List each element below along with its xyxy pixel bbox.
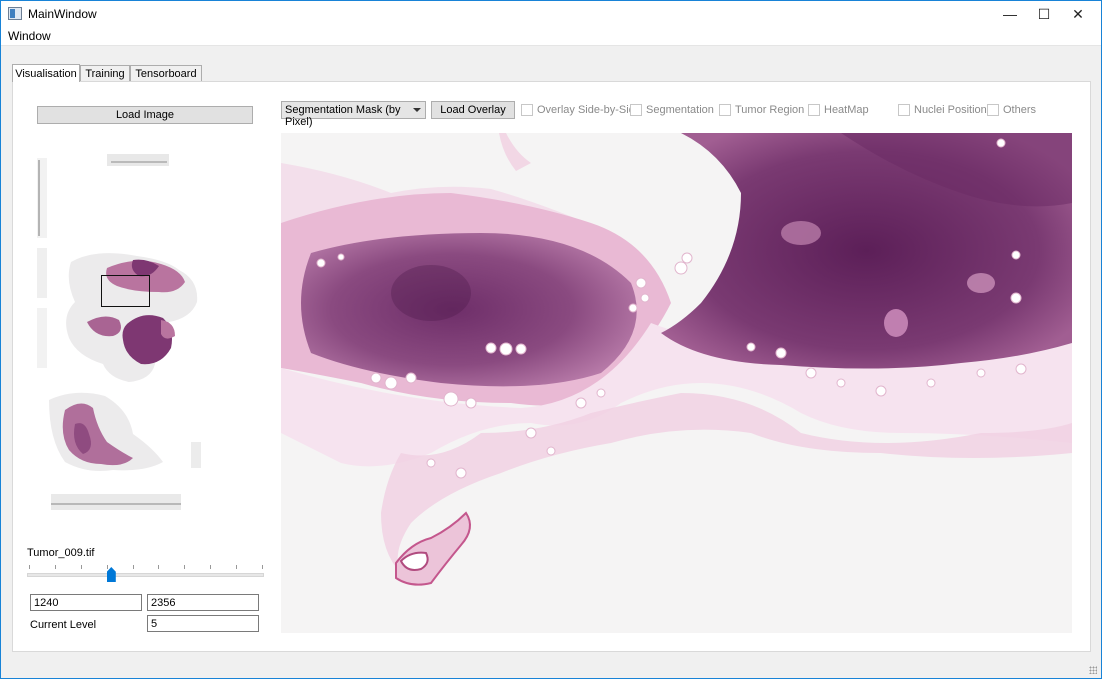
checkbox-label: HeatMap [824, 104, 869, 116]
viewport-rectangle[interactable] [101, 275, 150, 307]
checkbox-box [630, 104, 642, 116]
checkbox-box [808, 104, 820, 116]
checkbox-label: Others [1003, 104, 1037, 116]
current-level-label: Current Level [30, 619, 97, 631]
checkbox-label: Tumor Region [735, 104, 805, 116]
current-level-field[interactable]: 5 [147, 615, 259, 632]
chevron-down-icon [413, 108, 421, 112]
checkbox-box [987, 104, 999, 116]
visualisation-panel: Load Image Tumor_009.tif 1240 2356 Curre… [12, 81, 1091, 652]
level-slider-track[interactable] [27, 573, 264, 577]
tab-visualisation[interactable]: Visualisation [12, 64, 80, 82]
coord-x-field[interactable]: 1240 [30, 594, 142, 611]
checkbox-label: Overlay Side-by-Side [537, 104, 641, 116]
load-image-button[interactable]: Load Image [37, 106, 253, 124]
slider-tick [262, 565, 263, 569]
slider-tick [29, 565, 30, 569]
heatmap-checkbox[interactable]: HeatMap [808, 104, 869, 116]
slider-tick [132, 565, 134, 569]
segmentation-checkbox[interactable]: Segmentation [630, 104, 714, 116]
overlay-mode-value: Segmentation Mask (by Pixel) [285, 104, 401, 128]
slider-tick [236, 565, 238, 569]
overlay-side-by-side-checkbox[interactable]: Overlay Side-by-Side [521, 104, 641, 116]
load-overlay-button[interactable]: Load Overlay [431, 101, 515, 119]
checkbox-box [521, 104, 533, 116]
tab-tensorboard[interactable]: Tensorboard [130, 65, 202, 82]
title-bar: MainWindow — ☐ ✕ [1, 1, 1101, 27]
window-title: MainWindow [28, 7, 97, 21]
slide-thumbnail[interactable] [35, 152, 215, 512]
size-grip-icon[interactable] [1089, 666, 1097, 674]
slider-tick [80, 565, 82, 569]
file-name-label: Tumor_009.tif [27, 547, 95, 559]
slider-tick [184, 565, 186, 569]
slider-tick [210, 565, 212, 569]
slider-tick [54, 565, 56, 569]
checkbox-box [898, 104, 910, 116]
menu-bar: Window [1, 27, 1101, 46]
checkbox-box [719, 104, 731, 116]
overlay-mode-select[interactable]: Segmentation Mask (by Pixel) [281, 101, 426, 128]
tumor-region-checkbox[interactable]: Tumor Region [719, 104, 804, 116]
app-icon [8, 7, 22, 20]
close-button[interactable]: ✕ [1055, 1, 1101, 27]
tab-training[interactable]: Training [80, 65, 130, 82]
level-slider-handle[interactable] [106, 567, 116, 582]
menu-window[interactable]: Window [8, 29, 51, 43]
main-window: MainWindow — ☐ ✕ Window Visualisation Tr… [0, 0, 1102, 679]
slide-viewer[interactable] [281, 133, 1072, 633]
others-checkbox[interactable]: Others [987, 104, 1036, 116]
checkbox-label: Nuclei Position [914, 104, 987, 116]
checkbox-label: Segmentation [646, 104, 714, 116]
coord-y-field[interactable]: 2356 [147, 594, 259, 611]
slider-tick [158, 565, 160, 569]
nuclei-position-checkbox[interactable]: Nuclei Position [898, 104, 987, 116]
slider-tick [106, 565, 108, 569]
